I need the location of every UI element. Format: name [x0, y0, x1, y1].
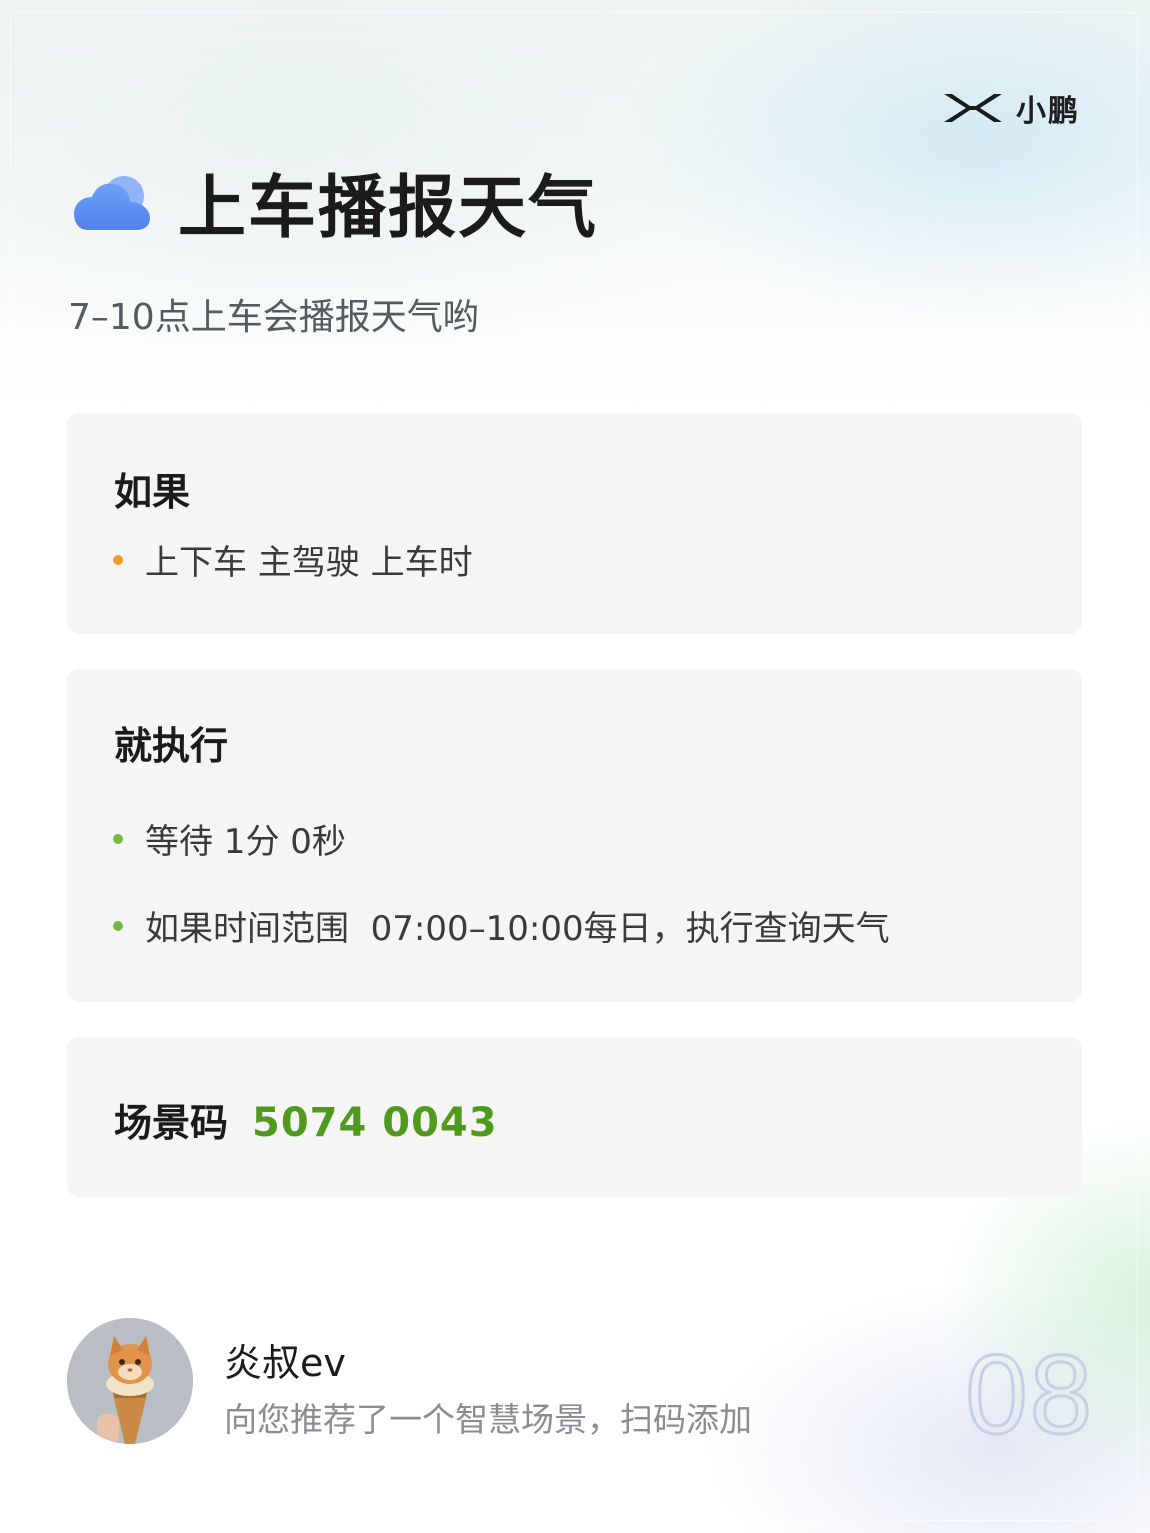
bullet-dot-icon — [113, 833, 123, 844]
scene-card-page: 小鹏 上车播报天气 7–10点上车会播报天气哟 如果 上下车 主驾驶 上车时 就… — [0, 0, 1150, 1533]
brand-logo: 小鹏 — [942, 86, 1080, 130]
cat-ice-cream-avatar — [67, 1318, 193, 1444]
scene-code-value: 5074 0043 — [252, 1100, 498, 1146]
condition-item: 上下车 主驾驶 上车时 — [113, 535, 473, 584]
page-number: 08 — [964, 1331, 1094, 1459]
page-title: 上车播报天气 — [178, 169, 599, 248]
action-item: 等待 1分 0秒 — [113, 814, 346, 863]
scene-code-label: 场景码 — [114, 1101, 229, 1145]
action-item-text: 如果时间范围 07:00–10:00每日，执行查询天气 — [145, 909, 890, 949]
cloud-icon — [74, 175, 150, 230]
page-subtitle: 7–10点上车会播报天气哟 — [68, 297, 479, 338]
scene-code-row: 场景码 5074 0043 — [114, 1092, 498, 1147]
condition-card: 如果 上下车 主驾驶 上车时 — [67, 413, 1082, 634]
brand-name: 小鹏 — [1016, 94, 1080, 129]
bullet-dot-icon — [113, 920, 123, 931]
author-name: 炎叔ev — [224, 1341, 346, 1385]
action-item: 如果时间范围 07:00–10:00每日，执行查询天气 — [113, 901, 890, 950]
avatar-illustration — [67, 1318, 193, 1444]
xpeng-logo-icon — [944, 94, 1002, 122]
action-card: 就执行 等待 1分 0秒 如果时间范围 07:00–10:00每日，执行查询天气 — [67, 669, 1082, 1002]
recommend-message: 向您推荐了一个智慧场景，扫码添加 — [224, 1400, 752, 1439]
bullet-dot-icon — [113, 554, 123, 565]
page-header: 上车播报天气 — [74, 152, 598, 251]
condition-item-text: 上下车 主驾驶 上车时 — [145, 543, 473, 583]
condition-heading: 如果 — [114, 470, 191, 514]
action-heading: 就执行 — [114, 724, 229, 768]
scene-code-card: 场景码 5074 0043 — [67, 1037, 1082, 1197]
action-item-text: 等待 1分 0秒 — [145, 822, 346, 862]
